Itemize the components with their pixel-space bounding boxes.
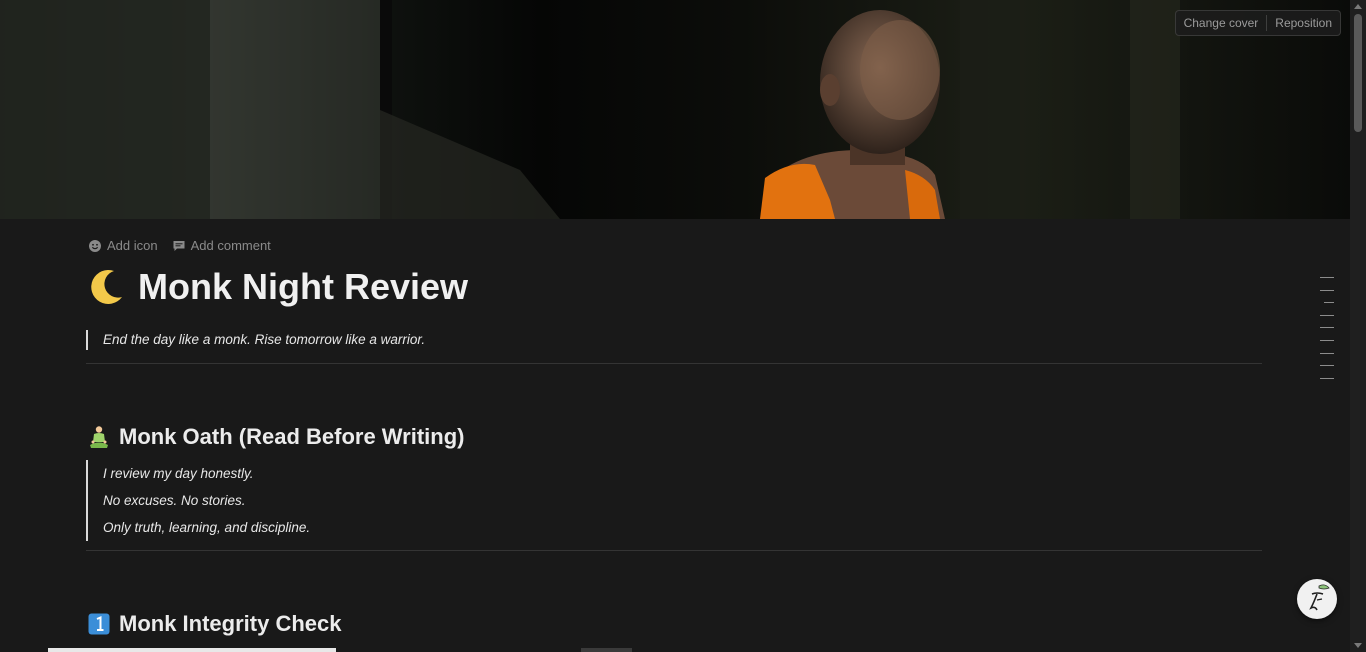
section-heading-monk-integrity: Monk Integrity Check [88, 611, 341, 637]
scroll-up-arrow-icon[interactable] [1354, 4, 1362, 9]
vertical-scrollbar[interactable] [1350, 0, 1366, 652]
change-cover-button[interactable]: Change cover [1176, 11, 1267, 35]
keycap-1-icon [88, 613, 110, 635]
section-heading-text[interactable]: Monk Oath (Read Before Writing) [119, 424, 465, 450]
scrollbar-thumb[interactable] [1354, 14, 1362, 132]
add-comment-label: Add comment [190, 238, 271, 253]
toc-item[interactable] [1320, 339, 1334, 341]
add-icon-button[interactable]: Add icon [88, 238, 158, 253]
bottom-overlay-bar [48, 648, 336, 652]
subtitle-quote-text[interactable]: End the day like a monk. Rise tomorrow l… [103, 330, 425, 350]
ai-assistant-button[interactable] [1297, 579, 1337, 619]
cover-illustration [0, 0, 1350, 219]
quote-line[interactable]: I review my day honestly. [103, 460, 310, 487]
smiley-icon [89, 239, 101, 252]
toc-item[interactable] [1320, 314, 1334, 316]
comment-icon [173, 240, 185, 251]
divider [86, 550, 1262, 551]
toc-item[interactable] [1320, 365, 1334, 367]
add-comment-button[interactable]: Add comment [172, 238, 271, 253]
add-icon-label: Add icon [107, 238, 158, 253]
page-tools: Add icon Add comment [88, 238, 271, 253]
section-heading-text[interactable]: Monk Integrity Check [119, 611, 341, 637]
reposition-button[interactable]: Reposition [1267, 11, 1340, 35]
cover-image: Change cover Reposition [0, 0, 1350, 219]
crescent-moon-icon [91, 269, 122, 304]
table-of-contents[interactable] [1318, 277, 1334, 390]
bottom-overlay-bar [581, 648, 632, 652]
subtitle-quote: End the day like a monk. Rise tomorrow l… [86, 330, 425, 350]
toc-item[interactable] [1320, 352, 1334, 354]
person-in-lotus-position-icon [90, 426, 108, 448]
divider [86, 363, 1262, 364]
toc-item[interactable] [1324, 302, 1334, 304]
toc-item[interactable] [1320, 289, 1334, 291]
scroll-down-arrow-icon[interactable] [1354, 643, 1362, 648]
toc-item[interactable] [1320, 277, 1334, 278]
page-title: Monk Night Review [88, 266, 468, 308]
cover-actions: Change cover Reposition [1174, 10, 1341, 36]
page-title-text[interactable]: Monk Night Review [138, 266, 468, 308]
quote-line[interactable]: No excuses. No stories. [103, 487, 310, 514]
section-heading-monk-oath: Monk Oath (Read Before Writing) [88, 424, 465, 450]
assistant-face-icon [1309, 584, 1330, 611]
toc-item[interactable] [1320, 377, 1334, 379]
toc-item[interactable] [1320, 327, 1334, 329]
monk-oath-quote: I review my day honestly. No excuses. No… [86, 460, 310, 541]
quote-line[interactable]: Only truth, learning, and discipline. [103, 514, 310, 541]
